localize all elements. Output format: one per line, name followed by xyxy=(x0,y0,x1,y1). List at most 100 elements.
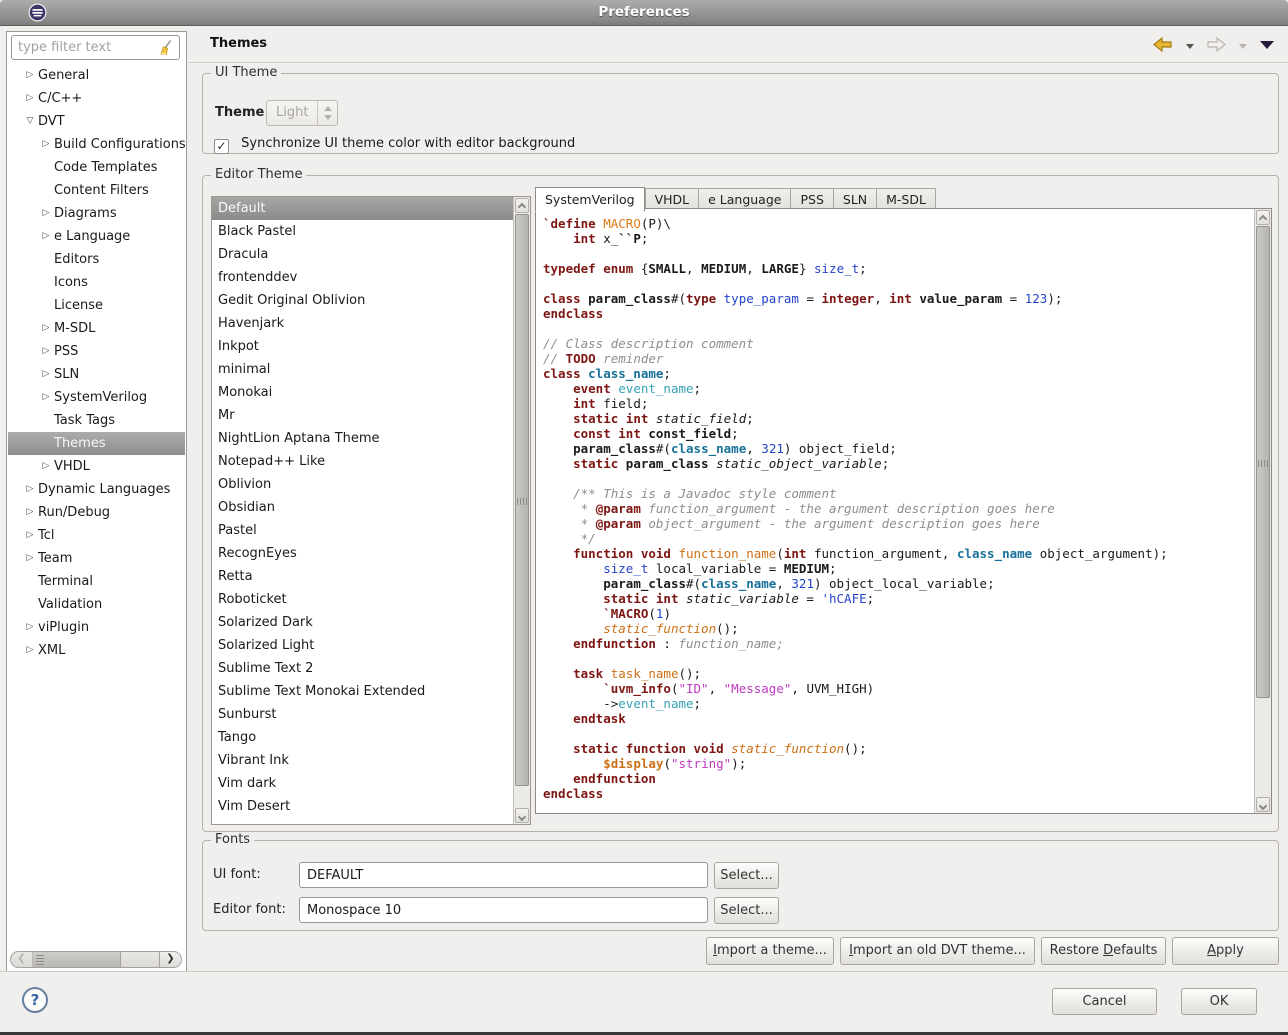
sidebar-item-e-language[interactable]: ▷e Language xyxy=(8,225,185,248)
sidebar-item-systemverilog[interactable]: ▷SystemVerilog xyxy=(8,386,185,409)
tree-collapsed-icon[interactable]: ▷ xyxy=(38,363,54,386)
tree-collapsed-icon[interactable]: ▷ xyxy=(22,64,38,87)
editor-font-input[interactable] xyxy=(299,897,708,923)
sync-theme-checkbox-label[interactable]: Synchronize UI theme color with editor b… xyxy=(241,136,575,151)
theme-list-scrollbar[interactable] xyxy=(513,197,530,824)
scroll-right-icon[interactable]: ❯ xyxy=(159,952,181,967)
cancel-button[interactable]: Cancel xyxy=(1052,988,1157,1015)
theme-option[interactable]: Gedit Original Oblivion xyxy=(212,289,513,312)
theme-option[interactable]: Tango xyxy=(212,726,513,749)
sidebar-item-editors[interactable]: Editors xyxy=(8,248,185,271)
tree-collapsed-icon[interactable]: ▷ xyxy=(38,202,54,225)
tree-collapsed-icon[interactable]: ▷ xyxy=(22,547,38,570)
tree-expanded-icon[interactable]: ▽ xyxy=(22,110,38,133)
apply-button[interactable]: Apply xyxy=(1172,937,1279,965)
sidebar-item-task-tags[interactable]: Task Tags xyxy=(8,409,185,432)
theme-option[interactable]: Mr xyxy=(212,404,513,427)
sidebar-item-build-configurations[interactable]: ▷Build Configurations xyxy=(8,133,185,156)
tree-collapsed-icon[interactable]: ▷ xyxy=(22,478,38,501)
tab-sln[interactable]: SLN xyxy=(833,188,876,209)
code-scroll-thumb[interactable] xyxy=(1256,226,1270,698)
theme-option[interactable]: Dracula xyxy=(212,243,513,266)
theme-option[interactable]: minimal xyxy=(212,358,513,381)
sidebar-item-license[interactable]: License xyxy=(8,294,185,317)
theme-option[interactable]: Retta xyxy=(212,565,513,588)
theme-option[interactable]: Vibrant Ink xyxy=(212,749,513,772)
ui-font-select-button[interactable]: Select... xyxy=(714,862,779,889)
tree-collapsed-icon[interactable]: ▷ xyxy=(38,340,54,363)
scroll-up-icon[interactable] xyxy=(1256,210,1270,225)
tree-horizontal-scrollbar[interactable]: ❮ ❯ xyxy=(10,951,182,968)
theme-option[interactable]: Pastel xyxy=(212,519,513,542)
view-menu-icon[interactable] xyxy=(1260,39,1274,54)
tab-systemverilog[interactable]: SystemVerilog xyxy=(535,187,645,212)
theme-option[interactable]: Sunburst xyxy=(212,703,513,726)
theme-option[interactable]: Vim Desert xyxy=(212,795,513,818)
theme-option[interactable]: Solarized Light xyxy=(212,634,513,657)
theme-option[interactable]: Sublime Text Monokai Extended xyxy=(212,680,513,703)
tree-collapsed-icon[interactable]: ▷ xyxy=(22,639,38,662)
scroll-left-icon[interactable]: ❮ xyxy=(11,952,33,967)
theme-option[interactable]: Havenjark xyxy=(212,312,513,335)
tab-pss[interactable]: PSS xyxy=(790,188,832,209)
theme-option[interactable]: frontenddev xyxy=(212,266,513,289)
help-button[interactable]: ? xyxy=(22,987,48,1013)
sidebar-item-code-templates[interactable]: Code Templates xyxy=(8,156,185,179)
ui-font-input[interactable] xyxy=(299,862,708,888)
sidebar-item-tcl[interactable]: ▷Tcl xyxy=(8,524,185,547)
sidebar-item-terminal[interactable]: Terminal xyxy=(8,570,185,593)
tree-collapsed-icon[interactable]: ▷ xyxy=(38,133,54,156)
sidebar-item-vhdl[interactable]: ▷VHDL xyxy=(8,455,185,478)
forward-history-chevron-icon[interactable] xyxy=(1239,44,1247,49)
theme-option[interactable]: Black Pastel xyxy=(212,220,513,243)
sidebar-item-pss[interactable]: ▷PSS xyxy=(8,340,185,363)
scroll-up-icon[interactable] xyxy=(515,198,529,213)
tree-collapsed-icon[interactable]: ▷ xyxy=(22,501,38,524)
sidebar-item-team[interactable]: ▷Team xyxy=(8,547,185,570)
forward-arrow-icon[interactable] xyxy=(1207,37,1226,56)
sidebar-item-m-sdl[interactable]: ▷M-SDL xyxy=(8,317,185,340)
theme-option[interactable]: Vim dark xyxy=(212,772,513,795)
filter-input[interactable] xyxy=(18,38,156,57)
sidebar-item-general[interactable]: ▷General xyxy=(8,64,185,87)
tree-collapsed-icon[interactable]: ▷ xyxy=(22,524,38,547)
tree-collapsed-icon[interactable]: ▷ xyxy=(22,87,38,110)
sidebar-item-dynamic-languages[interactable]: ▷Dynamic Languages xyxy=(8,478,185,501)
tree-collapsed-icon[interactable]: ▷ xyxy=(38,386,54,409)
theme-option[interactable]: NightLion Aptana Theme xyxy=(212,427,513,450)
sidebar-item-run-debug[interactable]: ▷Run/Debug xyxy=(8,501,185,524)
sidebar-item-themes[interactable]: Themes xyxy=(8,432,185,455)
sidebar-item-sln[interactable]: ▷SLN xyxy=(8,363,185,386)
theme-combo[interactable]: Light xyxy=(266,100,338,126)
sidebar-item-viplugin[interactable]: ▷viPlugin xyxy=(8,616,185,639)
theme-option[interactable]: Default xyxy=(212,197,513,220)
sidebar-item-icons[interactable]: Icons xyxy=(8,271,185,294)
sidebar-item-dvt[interactable]: ▽DVT xyxy=(8,110,185,133)
tab-vhdl[interactable]: VHDL xyxy=(645,188,699,209)
theme-option[interactable]: Roboticket xyxy=(212,588,513,611)
theme-option[interactable]: Inkpot xyxy=(212,335,513,358)
tree-collapsed-icon[interactable]: ▷ xyxy=(22,616,38,639)
theme-option[interactable]: Monokai xyxy=(212,381,513,404)
sync-theme-checkbox[interactable]: ✓ xyxy=(214,139,229,154)
tree-collapsed-icon[interactable]: ▷ xyxy=(38,225,54,248)
code-scrollbar[interactable] xyxy=(1254,209,1271,813)
tree-hscroll-thumb[interactable] xyxy=(33,952,121,967)
scroll-down-icon[interactable] xyxy=(1256,797,1270,812)
sidebar-item-diagrams[interactable]: ▷Diagrams xyxy=(8,202,185,225)
back-arrow-icon[interactable] xyxy=(1153,37,1172,56)
theme-option[interactable]: Solarized Dark xyxy=(212,611,513,634)
tab-e-language[interactable]: e Language xyxy=(698,188,790,209)
tab-m-sdl[interactable]: M-SDL xyxy=(876,188,936,209)
scroll-down-icon[interactable] xyxy=(515,808,529,823)
theme-option[interactable]: Sublime Text 2 xyxy=(212,657,513,680)
import-old-dvt-theme-button[interactable]: Import an old DVT theme... xyxy=(840,937,1035,965)
sidebar-item-c-c-[interactable]: ▷C/C++ xyxy=(8,87,185,110)
sidebar-item-content-filters[interactable]: Content Filters xyxy=(8,179,185,202)
theme-list-scroll-thumb[interactable] xyxy=(515,214,529,786)
restore-defaults-button[interactable]: Restore Defaults xyxy=(1041,937,1166,965)
theme-option[interactable]: Obsidian xyxy=(212,496,513,519)
editor-font-select-button[interactable]: Select... xyxy=(714,897,779,924)
import-theme-button[interactable]: Import a theme... xyxy=(706,937,834,965)
ok-button[interactable]: OK xyxy=(1181,988,1257,1015)
